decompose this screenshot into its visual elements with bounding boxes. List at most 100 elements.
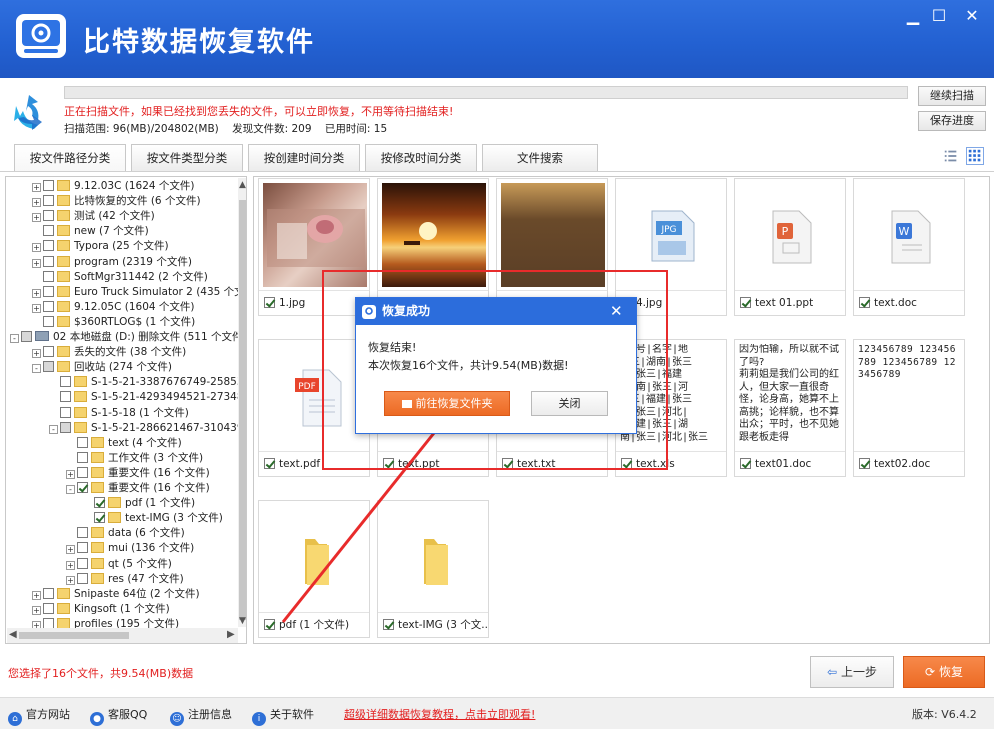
close-window-button[interactable]: ✕ [961, 6, 983, 26]
dialog-close-icon[interactable]: ✕ [610, 302, 623, 320]
tree-item[interactable]: pdf (1 个文件) [83, 496, 195, 511]
tree-item[interactable]: -回收站 (274 个文件) [32, 360, 172, 375]
tree-checkbox[interactable] [77, 542, 88, 553]
file-checkbox[interactable] [383, 619, 394, 630]
tree-scroll-thumb[interactable] [239, 200, 246, 620]
tree-checkbox[interactable] [43, 588, 54, 599]
file-card[interactable]: 因为怕输，所以就不试了吗? 莉莉姐是我们公司的红人，但大家一直很奇怪，论身高，她… [734, 339, 846, 477]
tree-checkbox[interactable] [43, 225, 54, 236]
tree-checkbox[interactable] [43, 256, 54, 267]
tree-checkbox[interactable] [77, 452, 88, 463]
tree-checkbox[interactable] [60, 391, 71, 402]
tree-item[interactable]: +比特恢复的文件 (6 个文件) [32, 194, 201, 209]
tab-by-type[interactable]: 按文件类型分类 [131, 144, 243, 171]
tree-item[interactable]: +qt (5 个文件) [66, 557, 172, 572]
tree-item[interactable]: +Typora (25 个文件) [32, 239, 169, 254]
tree-checkbox[interactable] [21, 331, 32, 342]
list-view-icon[interactable] [942, 147, 960, 165]
open-recovery-folder-button[interactable]: 前往恢复文件夹 [384, 391, 510, 416]
grid-view-icon[interactable] [966, 147, 984, 165]
tab-by-path[interactable]: 按文件路径分类 [14, 144, 126, 171]
tree-item[interactable]: +重要文件 (16 个文件) [66, 466, 210, 481]
tree-checkbox[interactable] [94, 497, 105, 508]
about-link[interactable]: i关于软件 [252, 706, 314, 726]
expand-icon[interactable]: + [32, 591, 41, 600]
expand-icon[interactable]: + [32, 183, 41, 192]
tab-by-modified[interactable]: 按修改时间分类 [365, 144, 477, 171]
tree-vertical-scrollbar[interactable]: ▲ ▼ [238, 178, 247, 627]
tree-item[interactable]: -重要文件 (16 个文件) [66, 481, 210, 496]
minimize-button[interactable]: ▁ [902, 6, 924, 26]
tree-item[interactable]: +9.12.05C (1604 个文件) [32, 300, 195, 315]
recover-button[interactable]: ⟳恢复 [903, 656, 985, 688]
tutorial-link[interactable]: 超级详细数据恢复教程，点击立即观看! [344, 706, 535, 722]
scroll-up-icon[interactable]: ▲ [238, 180, 247, 190]
collapse-icon[interactable]: - [32, 364, 41, 373]
tree-item[interactable]: S-1-5-18 (1 个文件) [49, 406, 189, 421]
tree-horizontal-scrollbar[interactable]: ◀ ▶ [7, 628, 238, 643]
tree-checkbox[interactable] [43, 603, 54, 614]
tree-checkbox[interactable] [43, 195, 54, 206]
tree-item[interactable]: $360RTLOG$ (1 个文件) [32, 315, 195, 330]
scroll-down-icon[interactable]: ▼ [238, 616, 247, 626]
file-checkbox[interactable] [859, 458, 870, 469]
tree-checkbox[interactable] [77, 558, 88, 569]
expand-icon[interactable]: + [32, 349, 41, 358]
tree-item[interactable]: +Snipaste 64位 (2 个文件) [32, 587, 200, 602]
tree-item[interactable]: +测试 (42 个文件) [32, 209, 155, 224]
collapse-icon[interactable]: - [49, 425, 58, 434]
register-info-link[interactable]: ☺注册信息 [170, 706, 232, 726]
tree-item[interactable]: +mui (136 个文件) [66, 541, 194, 556]
tree-checkbox[interactable] [43, 361, 54, 372]
tree-item[interactable]: SoftMgr311442 (2 个文件) [32, 270, 208, 285]
tab-file-search[interactable]: 文件搜索 [482, 144, 598, 171]
tree-checkbox[interactable] [43, 286, 54, 297]
expand-icon[interactable]: + [32, 213, 41, 222]
tree-item[interactable]: -S-1-5-21-286621467-3104397 [49, 421, 247, 436]
file-checkbox[interactable] [264, 458, 275, 469]
tree-checkbox[interactable] [60, 407, 71, 418]
tree-checkbox[interactable] [77, 527, 88, 538]
expand-icon[interactable]: + [66, 576, 75, 585]
file-checkbox[interactable] [859, 297, 870, 308]
tree-checkbox[interactable] [43, 240, 54, 251]
tree-checkbox[interactable] [77, 482, 88, 493]
file-card[interactable]: W text.doc [853, 178, 965, 316]
tree-item[interactable]: +9.12.03C (1624 个文件) [32, 179, 195, 194]
expand-icon[interactable]: + [32, 198, 41, 207]
tree-checkbox[interactable] [94, 512, 105, 523]
tree-hscroll-thumb[interactable] [19, 632, 129, 639]
expand-icon[interactable]: + [66, 545, 75, 554]
tree-checkbox[interactable] [43, 301, 54, 312]
official-site-link[interactable]: ⌂官方网站 [8, 706, 70, 726]
tree-item[interactable]: +Kingsoft (1 个文件) [32, 602, 170, 617]
tree-checkbox[interactable] [77, 573, 88, 584]
tree-item[interactable]: +Euro Truck Simulator 2 (435 个文件) [32, 285, 247, 300]
expand-icon[interactable]: + [66, 470, 75, 479]
tree-checkbox[interactable] [60, 422, 71, 433]
collapse-icon[interactable]: - [66, 485, 75, 494]
tree-item[interactable]: data (6 个文件) [66, 526, 185, 541]
tree-item[interactable]: text (4 个文件) [66, 436, 182, 451]
tree-checkbox[interactable] [43, 346, 54, 357]
tree-item[interactable]: text-IMG (3 个文件) [83, 511, 223, 526]
file-checkbox[interactable] [740, 297, 751, 308]
expand-icon[interactable]: + [66, 561, 75, 570]
expand-icon[interactable]: + [32, 304, 41, 313]
continue-scan-button[interactable]: 继续扫描 [918, 86, 986, 106]
tree-checkbox[interactable] [77, 467, 88, 478]
folder-card[interactable]: pdf (1 个文件) [258, 500, 370, 638]
file-checkbox[interactable] [264, 297, 275, 308]
tree-item[interactable]: 工作文件 (3 个文件) [66, 451, 203, 466]
tree-item[interactable]: +program (2319 个文件) [32, 255, 192, 270]
folder-tree[interactable]: +9.12.03C (1624 个文件)+比特恢复的文件 (6 个文件)+测试 … [5, 176, 247, 644]
tree-item[interactable]: S-1-5-21-4293494521-2734829 [49, 390, 247, 405]
file-checkbox[interactable] [264, 619, 275, 630]
expand-icon[interactable]: + [32, 606, 41, 615]
collapse-icon[interactable]: - [10, 334, 19, 343]
tree-checkbox[interactable] [43, 180, 54, 191]
expand-icon[interactable]: + [32, 243, 41, 252]
tree-checkbox[interactable] [77, 437, 88, 448]
expand-icon[interactable]: + [32, 289, 41, 298]
tree-checkbox[interactable] [43, 271, 54, 282]
